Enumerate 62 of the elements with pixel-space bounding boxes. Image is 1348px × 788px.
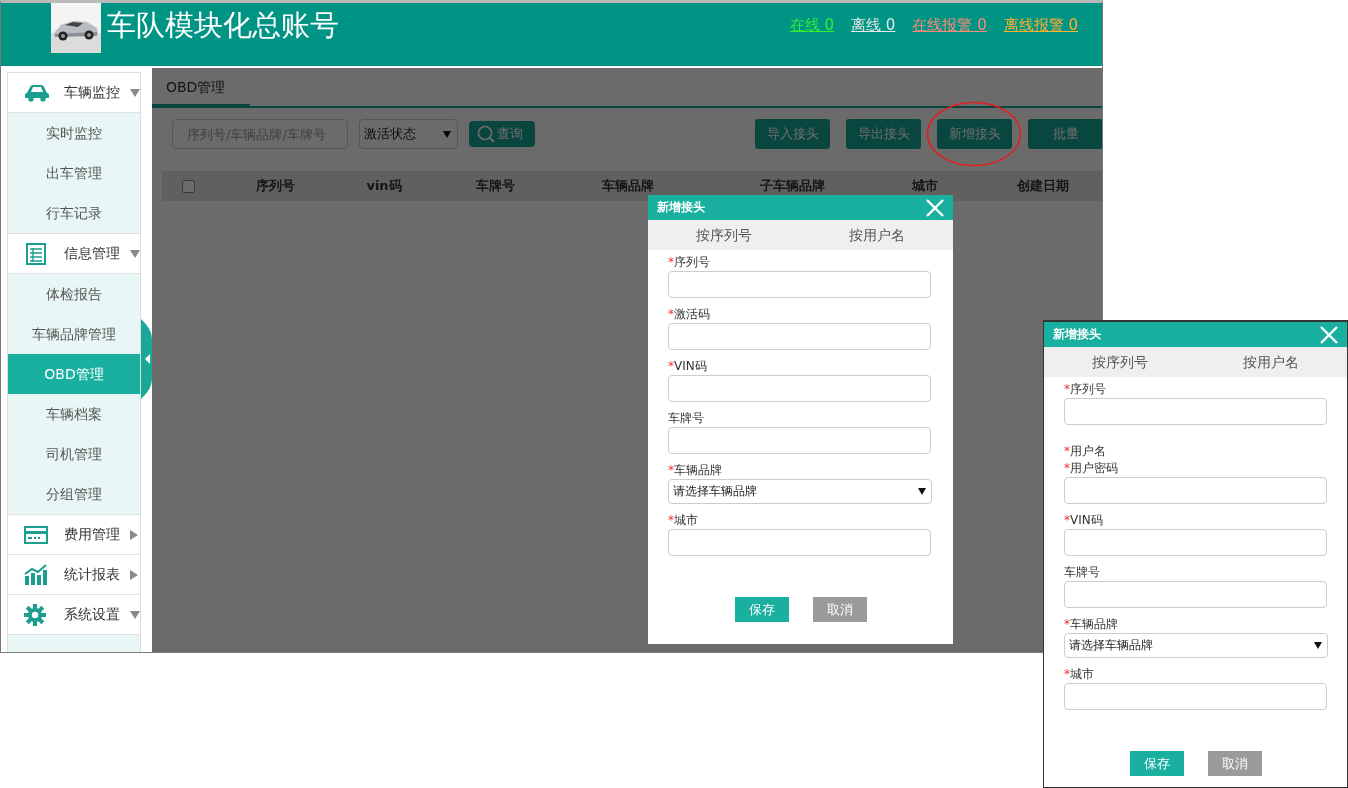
- field-label: *序列号: [1064, 382, 1107, 397]
- field-label: *用户密码: [1064, 461, 1119, 476]
- input-field[interactable]: [668, 427, 931, 454]
- dropdown-arrow-icon: [1314, 642, 1322, 649]
- menu-item[interactable]: 分组管理: [8, 474, 140, 514]
- menu-item[interactable]: 出车管理: [8, 153, 140, 193]
- input-field[interactable]: [1064, 477, 1327, 504]
- input-field[interactable]: [668, 529, 931, 556]
- close-button[interactable]: [926, 198, 944, 217]
- field-label: *车辆品牌: [1064, 617, 1119, 632]
- dialog-tab[interactable]: 按序列号: [648, 220, 801, 250]
- input-field[interactable]: [1064, 683, 1327, 710]
- field-label: *激活码: [668, 307, 711, 322]
- column-header: 创建日期: [1016, 177, 1070, 195]
- input-field[interactable]: [668, 375, 931, 402]
- field-label: *VIN码: [668, 359, 708, 374]
- menu-item[interactable]: 实时监控: [8, 113, 140, 153]
- select-all-checkbox[interactable]: [181, 179, 195, 193]
- input-field[interactable]: [1064, 529, 1327, 556]
- close-icon: [926, 198, 944, 217]
- close-button[interactable]: [1320, 325, 1338, 344]
- search-icon: [477, 125, 495, 143]
- dropdown[interactable]: 请选择车辆品牌: [668, 479, 932, 504]
- dropdown[interactable]: 请选择车辆品牌: [1064, 633, 1328, 658]
- input-field[interactable]: [1064, 398, 1327, 425]
- column-header: 子车辆品牌: [758, 177, 826, 195]
- column-header: 车辆品牌: [601, 177, 655, 195]
- dialog-tab[interactable]: 按用户名: [800, 220, 953, 250]
- app-title: 车队模块化总账号: [107, 7, 339, 43]
- column-header: 车牌号: [474, 177, 516, 195]
- dialog-tab[interactable]: 按用户名: [1195, 347, 1347, 377]
- card-icon: [24, 523, 50, 546]
- menu-item[interactable]: 行车记录: [8, 193, 140, 233]
- input-field[interactable]: [668, 271, 931, 298]
- tab[interactable]: OBD管理: [152, 68, 251, 108]
- bar-chart-icon: [24, 563, 50, 586]
- dialog-tab[interactable]: 按序列号: [1044, 347, 1196, 377]
- dropdown-arrow-icon: [443, 130, 451, 138]
- menu-group[interactable]: 统计报表: [8, 555, 140, 595]
- field-label: *城市: [1064, 667, 1095, 682]
- input-field[interactable]: [668, 323, 931, 350]
- menu-item[interactable]: 体检报告: [8, 274, 140, 314]
- menu-item[interactable]: 司机管理: [8, 434, 140, 474]
- field-label: *序列号: [668, 255, 711, 270]
- field-label: *用户名: [1064, 444, 1107, 459]
- column-header: vin码: [365, 177, 403, 195]
- field-label: *VIN码: [1064, 513, 1104, 528]
- menu-group[interactable]: 费用管理: [8, 515, 140, 555]
- column-header: 城市: [910, 177, 939, 195]
- field-label: 车牌号: [668, 411, 705, 426]
- dialog-title: 新增接头: [657, 199, 705, 216]
- menu-item[interactable]: 车辆品牌管理: [8, 314, 140, 354]
- close-icon: [1320, 325, 1338, 344]
- dialog-title: 新增接头: [1053, 326, 1101, 343]
- menu-item[interactable]: 车辆档案: [8, 394, 140, 434]
- field-label: 车牌号: [1064, 565, 1101, 580]
- input-field[interactable]: [1064, 581, 1327, 608]
- status-dropdown[interactable]: 激活状态: [359, 119, 458, 149]
- dropdown-arrow-icon: [918, 488, 926, 495]
- field-label: *车辆品牌: [668, 463, 723, 478]
- column-header: 序列号: [254, 177, 296, 195]
- field-label: *城市: [668, 513, 699, 528]
